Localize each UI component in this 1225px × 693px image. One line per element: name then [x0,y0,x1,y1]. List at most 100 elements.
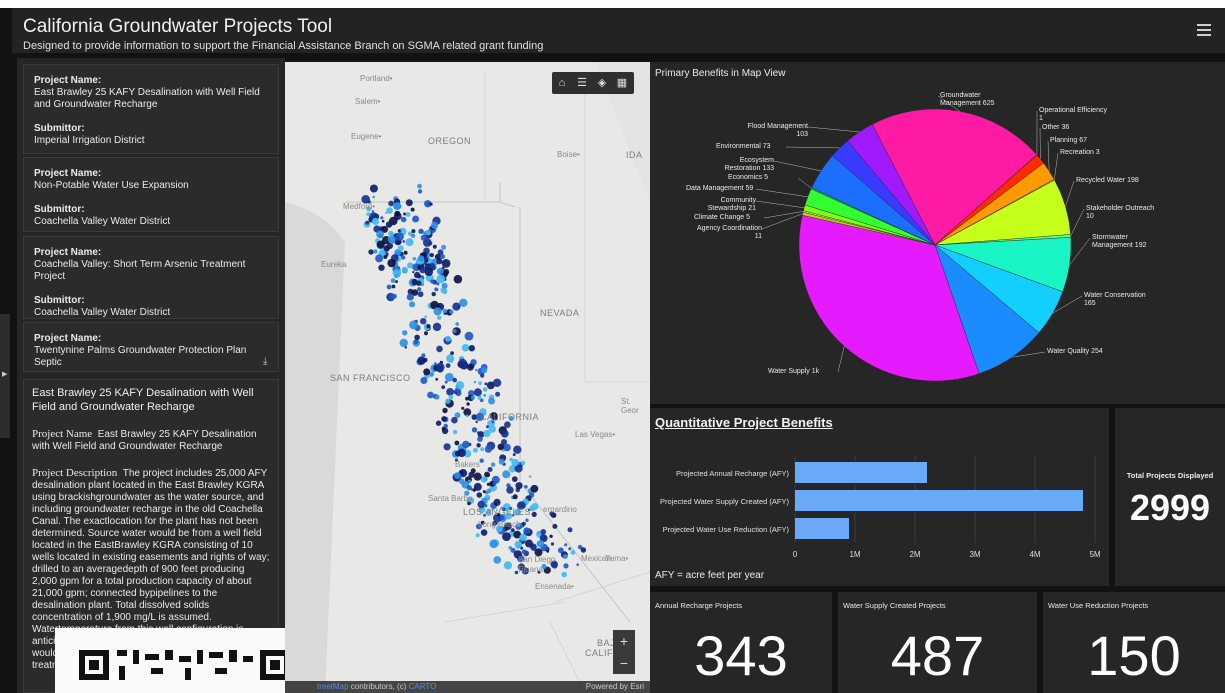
project-point[interactable] [466,485,472,491]
project-point[interactable] [417,291,424,298]
project-point[interactable] [417,287,422,292]
project-point[interactable] [475,533,480,538]
project-point[interactable] [436,258,443,265]
project-point[interactable] [424,257,429,262]
project-point[interactable] [366,212,371,217]
project-point[interactable] [391,284,396,289]
bar[interactable] [795,490,1083,511]
project-point[interactable] [481,367,488,374]
project-point[interactable] [426,324,431,329]
project-point[interactable] [372,195,375,199]
project-point[interactable] [418,255,425,262]
project-point[interactable] [561,571,567,578]
project-point[interactable] [399,338,408,348]
map-view[interactable]: Portland• Salem• Eugene• OREGON Boise• I… [285,62,650,693]
project-point[interactable] [413,339,419,345]
project-point[interactable] [435,420,442,426]
project-point[interactable] [473,447,478,453]
project-point[interactable] [452,329,457,333]
project-point[interactable] [417,183,422,189]
project-point[interactable] [414,271,421,279]
project-point[interactable] [536,540,545,548]
project-point[interactable] [375,254,384,263]
project-point[interactable] [418,228,424,234]
project-point[interactable] [478,381,482,385]
project-point[interactable] [412,257,416,261]
project-point[interactable] [473,380,477,384]
project-point[interactable] [416,280,422,286]
project-point[interactable] [434,287,439,292]
project-point[interactable] [453,274,463,284]
project-point[interactable] [550,542,555,546]
project-point[interactable] [423,368,431,376]
project-point[interactable] [410,207,415,212]
project-point[interactable] [477,436,483,442]
project-point[interactable] [430,279,435,284]
project-point[interactable] [420,318,427,325]
project-point[interactable] [458,358,467,368]
project-point[interactable] [576,563,579,566]
project-point[interactable] [564,543,568,547]
project-point[interactable] [525,518,529,522]
project-point[interactable] [445,398,451,404]
project-point[interactable] [416,264,419,267]
project-point[interactable] [486,425,489,429]
project-point[interactable] [502,449,505,452]
project-point[interactable] [424,267,433,277]
project-point[interactable] [461,406,465,410]
project-point[interactable] [519,533,527,542]
project-point[interactable] [439,253,445,260]
project-point[interactable] [480,529,488,536]
project-point[interactable] [395,232,404,241]
project-point[interactable] [406,293,414,301]
project-point[interactable] [400,255,406,260]
project-point[interactable] [514,540,523,549]
project-point[interactable] [454,440,460,446]
project-point[interactable] [512,453,516,456]
project-point[interactable] [477,431,480,435]
project-point[interactable] [452,377,457,383]
project-point[interactable] [383,255,388,259]
project-point[interactable] [435,362,445,372]
project-point[interactable] [455,322,460,326]
project-point[interactable] [430,221,439,229]
project-point[interactable] [400,216,407,223]
bar[interactable] [795,518,849,539]
project-point[interactable] [365,220,370,225]
project-point[interactable] [483,429,491,438]
project-point[interactable] [466,402,470,406]
project-point[interactable] [444,380,448,384]
project-point[interactable] [511,476,518,482]
project-point[interactable] [436,282,440,286]
project-point[interactable] [531,511,537,517]
project-point[interactable] [530,484,539,493]
project-point[interactable] [476,443,481,448]
project-point[interactable] [390,278,396,283]
carto-link[interactable]: CARTO [409,682,437,691]
bar[interactable] [795,462,927,483]
project-point[interactable] [523,527,531,535]
project-point[interactable] [465,414,469,418]
project-point[interactable] [549,534,553,538]
project-point[interactable] [429,202,433,206]
project-point[interactable] [402,240,405,243]
project-point[interactable] [477,395,482,400]
project-point[interactable] [421,353,426,358]
project-point[interactable] [425,230,431,236]
project-point[interactable] [493,498,501,506]
project-point[interactable] [489,539,498,549]
project-point[interactable] [473,472,482,481]
project-point[interactable] [498,458,505,465]
project-point[interactable] [521,549,527,555]
project-point[interactable] [387,235,396,244]
project-point[interactable] [461,343,470,352]
project-point[interactable] [373,249,378,254]
project-point[interactable] [435,377,439,381]
project-point[interactable] [441,385,446,389]
project-point[interactable] [568,547,572,551]
project-point[interactable] [528,475,532,478]
project-point[interactable] [457,448,466,458]
project-point[interactable] [502,470,511,479]
project-point[interactable] [506,486,514,494]
project-point[interactable] [531,503,539,510]
